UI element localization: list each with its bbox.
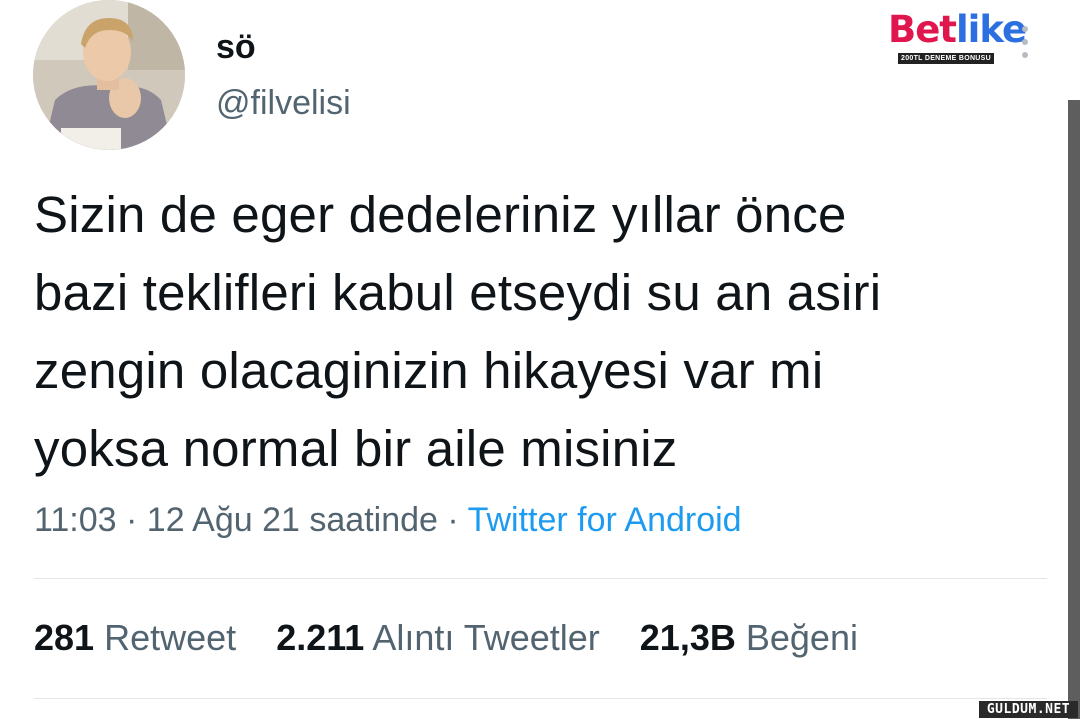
- tweet-time[interactable]: 11:03: [34, 501, 117, 539]
- watermark: GULDUM.NET: [979, 701, 1078, 718]
- likes-count: 21,3B: [639, 617, 736, 658]
- tweet-text: Sizin de eger dedeleriniz yıllar önce ba…: [34, 176, 1044, 488]
- quotes-stat[interactable]: 2.211 Alıntı Tweetler: [276, 617, 600, 659]
- ad-brand-part1: Bet: [888, 8, 957, 51]
- user-handle[interactable]: @filvelisi: [216, 84, 351, 123]
- tweet-meta: 11:03 · 12 Ağu 21 saatinde · Twitter for…: [34, 501, 742, 540]
- tweet-source-link[interactable]: Twitter for Android: [468, 501, 742, 539]
- tweet-line: yoksa normal bir aile misiniz: [34, 420, 678, 477]
- quotes-label: Alıntı Tweetler: [372, 617, 600, 658]
- ad-logo: Betlike 200TL DENEME BONUSU: [888, 10, 1027, 66]
- scrollbar[interactable]: [1068, 100, 1080, 719]
- tweet-date[interactable]: 12 Ağu 21 saatinde: [147, 501, 438, 539]
- display-name[interactable]: sö: [216, 28, 256, 67]
- retweets-count: 281: [34, 617, 95, 658]
- divider: [34, 698, 1047, 699]
- tweet-line: Sizin de eger dedeleriniz yıllar önce: [34, 186, 847, 243]
- ad-brand: Betlike: [888, 8, 1027, 51]
- meta-separator: ·: [447, 501, 459, 539]
- quotes-count: 2.211: [276, 617, 365, 658]
- engagement-stats: 281 Retweet 2.211 Alıntı Tweetler 21,3B …: [34, 617, 888, 659]
- retweets-stat[interactable]: 281 Retweet: [34, 617, 236, 659]
- profile-photo-icon: [33, 0, 185, 150]
- retweets-label: Retweet: [104, 617, 237, 658]
- meta-separator: ·: [126, 501, 138, 539]
- tweet-line: zengin olacaginizin hikayesi var mi: [34, 342, 824, 399]
- avatar[interactable]: [33, 0, 185, 150]
- likes-stat[interactable]: 21,3B Beğeni: [640, 617, 858, 659]
- divider: [34, 578, 1047, 579]
- likes-label: Beğeni: [745, 617, 858, 658]
- ad-subtitle: 200TL DENEME BONUSU: [898, 53, 994, 64]
- more-options-icon[interactable]: [1016, 26, 1034, 66]
- tweet-line: bazi teklifleri kabul etseydi su an asir…: [34, 264, 882, 321]
